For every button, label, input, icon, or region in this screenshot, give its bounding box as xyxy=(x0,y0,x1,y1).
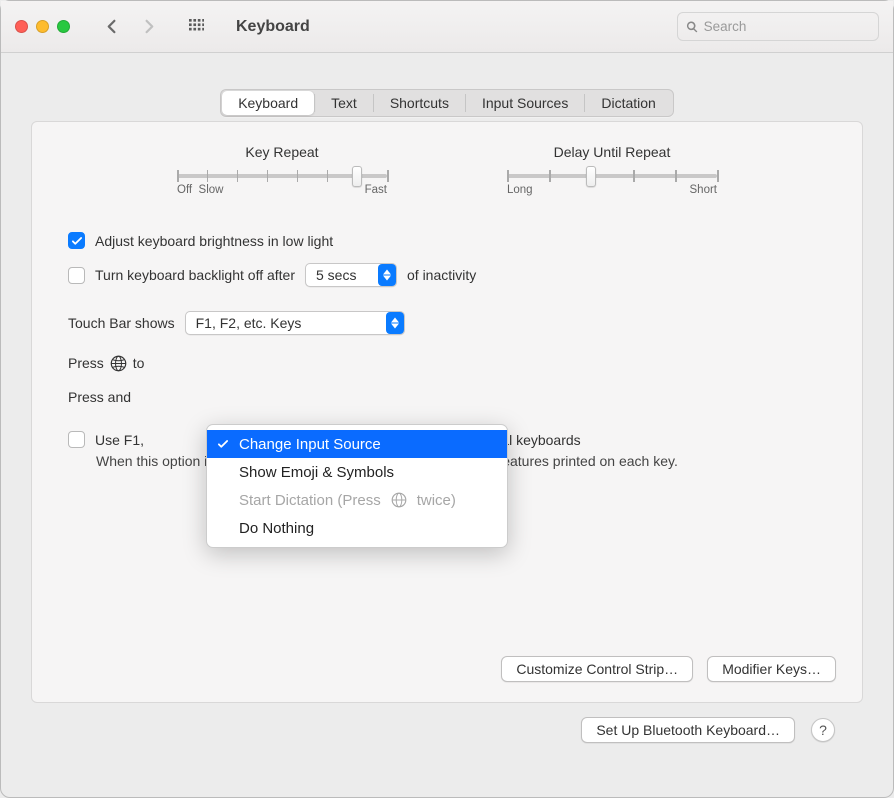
search-field[interactable] xyxy=(677,12,879,41)
key-repeat-title: Key Repeat xyxy=(177,144,387,160)
globe-icon xyxy=(391,492,407,508)
customize-control-strip-button[interactable]: Customize Control Strip… xyxy=(501,656,693,682)
show-all-button[interactable] xyxy=(180,13,212,41)
back-button[interactable] xyxy=(96,13,128,41)
minimize-button[interactable] xyxy=(36,20,49,33)
key-repeat-slider-group: Key Repeat Off Slow Fast xyxy=(177,144,387,196)
press-globe-menu[interactable]: Change Input Source Show Emoji & Symbols… xyxy=(206,424,508,548)
bluetooth-keyboard-button[interactable]: Set Up Bluetooth Keyboard… xyxy=(581,717,795,743)
zoom-button[interactable] xyxy=(57,20,70,33)
backlight-prefix: Turn keyboard backlight off after xyxy=(95,267,295,283)
check-icon xyxy=(71,235,83,247)
titlebar: Keyboard xyxy=(1,1,893,53)
use-fkeys-label1: Use F1, xyxy=(95,432,144,448)
press-hold-row: Press and xyxy=(68,389,826,405)
touchbar-label: Touch Bar shows xyxy=(68,315,175,331)
check-icon xyxy=(217,438,231,450)
key-repeat-slider[interactable] xyxy=(177,174,387,178)
brightness-row: Adjust keyboard brightness in low light xyxy=(68,232,826,249)
tab-input-sources[interactable]: Input Sources xyxy=(466,91,584,115)
sliders-row: Key Repeat Off Slow Fast Delay Until Rep… xyxy=(68,144,826,196)
brightness-label: Adjust keyboard brightness in low light xyxy=(95,233,333,249)
backlight-suffix: of inactivity xyxy=(407,267,476,283)
backlight-time-popup[interactable]: 5 secs xyxy=(305,263,397,287)
use-fkeys-checkbox[interactable] xyxy=(68,431,85,448)
backlight-checkbox[interactable] xyxy=(68,267,85,284)
window-controls xyxy=(15,20,70,33)
touchbar-row: Touch Bar shows F1, F2, etc. Keys xyxy=(68,311,826,335)
stepper-arrows-icon xyxy=(386,312,404,334)
tab-shortcuts[interactable]: Shortcuts xyxy=(374,91,465,115)
main-content: Keyboard Text Shortcuts Input Sources Di… xyxy=(1,53,893,761)
globe-icon xyxy=(110,355,127,372)
tab-bar: Keyboard Text Shortcuts Input Sources Di… xyxy=(220,89,674,117)
tab-dictation[interactable]: Dictation xyxy=(585,91,671,115)
menu-item-do-nothing[interactable]: Do Nothing xyxy=(207,514,507,542)
touchbar-popup[interactable]: F1, F2, etc. Keys xyxy=(185,311,405,335)
stepper-arrows-icon xyxy=(378,264,396,286)
window-title: Keyboard xyxy=(236,18,310,36)
delay-title: Delay Until Repeat xyxy=(507,144,717,160)
search-icon xyxy=(686,20,699,34)
close-button[interactable] xyxy=(15,20,28,33)
menu-item-show-emoji[interactable]: Show Emoji & Symbols xyxy=(207,458,507,486)
tab-text[interactable]: Text xyxy=(315,91,373,115)
menu-item-start-dictation: Start Dictation (Press twice) xyxy=(207,486,507,514)
brightness-checkbox[interactable] xyxy=(68,232,85,249)
modifier-keys-button[interactable]: Modifier Keys… xyxy=(707,656,836,682)
search-input[interactable] xyxy=(704,19,870,34)
delay-slider-group: Delay Until Repeat Long Short xyxy=(507,144,717,196)
backlight-row: Turn keyboard backlight off after 5 secs… xyxy=(68,263,826,287)
settings-panel: Key Repeat Off Slow Fast Delay Until Rep… xyxy=(31,121,863,703)
menu-item-change-input-source[interactable]: Change Input Source xyxy=(207,430,507,458)
tab-keyboard[interactable]: Keyboard xyxy=(222,91,314,115)
forward-button[interactable] xyxy=(132,13,164,41)
delay-slider[interactable] xyxy=(507,174,717,178)
press-globe-row: Press to xyxy=(68,351,826,375)
panel-buttons: Customize Control Strip… Modifier Keys… xyxy=(501,656,836,682)
footer: Set Up Bluetooth Keyboard… ? xyxy=(31,703,863,743)
help-button[interactable]: ? xyxy=(811,718,835,742)
